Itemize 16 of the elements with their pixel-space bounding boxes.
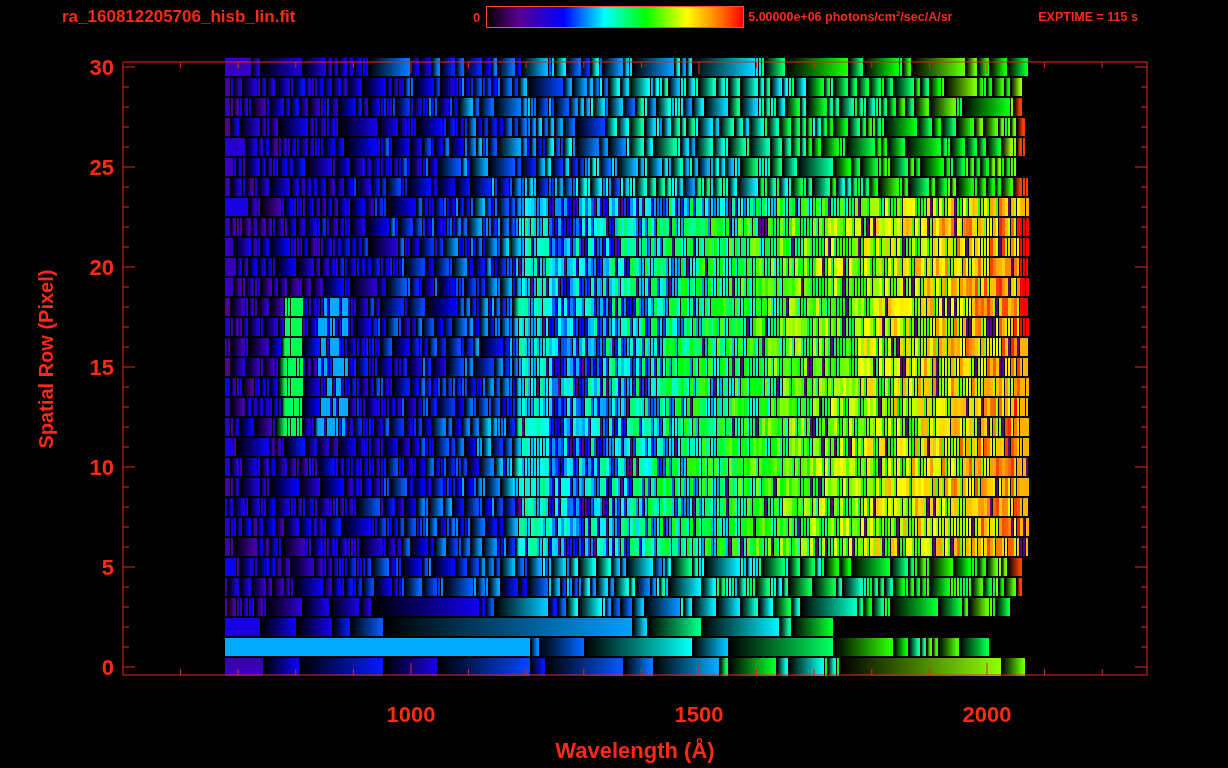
axis-title: Wavelength (Å) <box>555 738 715 763</box>
axis-tick-label: 1000 <box>386 702 436 727</box>
colorbar-max-label: 5.00000e+06 photons/cm$^{2}$/sec/A/sr <box>748 9 954 25</box>
colorbar-min-label: 0 <box>473 9 481 25</box>
axis-tick-label: 20 <box>89 255 114 280</box>
axis-title: Spatial Row (Pixel) <box>35 269 57 449</box>
axis-tick-label: 1500 <box>674 702 724 727</box>
axis-tick-label: 5 <box>101 555 114 580</box>
axis-tick-label: 25 <box>89 155 114 180</box>
exposure-time: EXPTIME = 115 s <box>1038 10 1138 24</box>
axis-tick-label: 10 <box>89 455 114 480</box>
axis-tick-label: 15 <box>89 355 114 380</box>
axis-tick-label: 30 <box>89 55 114 80</box>
axis-tick-label: 2000 <box>962 702 1012 727</box>
file-title: ra_160812205706_hisb_lin.fit <box>62 7 297 27</box>
axis-tick-label: 0 <box>101 655 114 680</box>
